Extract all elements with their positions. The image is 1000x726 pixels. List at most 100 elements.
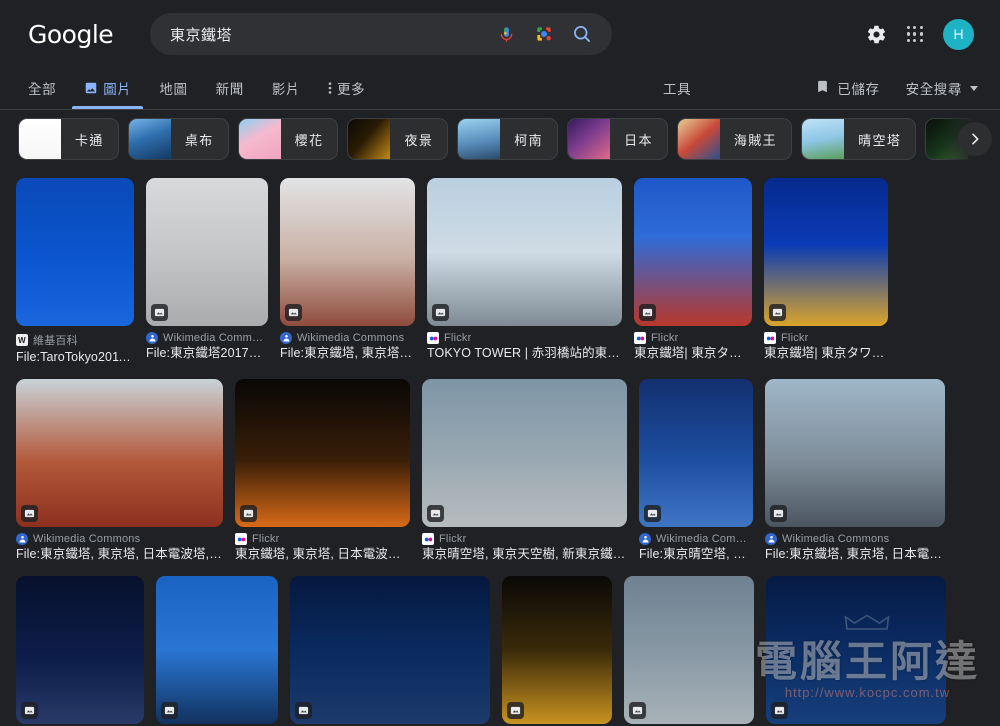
wikipedia-icon: W — [16, 334, 28, 346]
tab-more-label: 更多 — [337, 82, 366, 97]
chip-3[interactable]: 櫻花 — [237, 118, 339, 160]
search-bar[interactable] — [150, 13, 612, 55]
chip-thumbnail — [568, 119, 611, 159]
image-thumbnail[interactable] — [280, 178, 415, 326]
image-badge-icon — [644, 505, 661, 522]
image-result[interactable]: W 維基百科 File:TaroTokyo201102... — [10, 174, 140, 375]
image-result[interactable]: Wikimedia Commons File:東京鐵塔, 東京塔, 日本電波塔, … — [10, 375, 229, 572]
search-bar-actions — [497, 24, 598, 44]
image-thumbnail[interactable] — [765, 379, 945, 527]
result-source-name: 維基百科 — [33, 335, 78, 347]
saved-label: 已儲存 — [837, 82, 880, 97]
image-result[interactable]: Wikimedia Commons File:東京鐵塔, 東京塔, 日... — [274, 174, 421, 371]
saved-button[interactable]: 已儲存 — [815, 78, 879, 98]
image-badge-icon — [295, 702, 312, 719]
result-source-name: Flickr — [252, 533, 280, 545]
image-result[interactable] — [496, 572, 618, 726]
tab-all-label: 全部 — [28, 82, 57, 97]
image-result[interactable] — [618, 572, 760, 726]
image-result[interactable] — [150, 572, 284, 726]
page-header: Google 東京鐵塔 H — [0, 0, 1000, 68]
image-thumbnail[interactable] — [639, 379, 753, 527]
search-type-nav: 全部 圖片 地圖 新聞 影片 更多 工具 已儲存 安全搜尋 — [0, 68, 1000, 110]
tools-button[interactable]: 工具 — [663, 68, 691, 108]
chip-6[interactable]: 日本 — [567, 118, 668, 160]
chips-scroll-next-button[interactable] — [944, 110, 1000, 168]
chip-label: 卡通 — [75, 132, 104, 148]
image-thumbnail[interactable] — [766, 576, 946, 724]
image-result[interactable]: Flickr TOKYO TOWER | 赤羽橋站的東京鐵... — [421, 174, 628, 371]
google-lens-icon[interactable] — [534, 24, 554, 44]
image-result[interactable] — [760, 572, 952, 726]
result-source: Wikimedia Commons — [639, 533, 753, 545]
nav-tabs: 全部 圖片 地圖 新聞 影片 更多 — [28, 68, 379, 109]
image-thumbnail[interactable] — [502, 576, 612, 724]
flickr-icon — [427, 332, 439, 344]
chip-thumbnail — [128, 119, 171, 159]
result-title: File:TaroTokyo201102... — [16, 350, 134, 364]
safesearch-button[interactable]: 安全搜尋 — [906, 78, 978, 98]
search-input[interactable] — [170, 25, 497, 43]
result-meta: Flickr TOKYO TOWER | 赤羽橋站的東京鐵... — [427, 332, 622, 361]
tab-more[interactable]: 更多 — [314, 68, 379, 108]
tab-all[interactable]: 全部 — [28, 68, 70, 108]
result-title: 東京鐵塔| 東京タワー/ ... — [634, 346, 752, 360]
microphone-icon[interactable] — [497, 25, 516, 44]
chip-2[interactable]: 桌布 — [127, 118, 229, 160]
chevron-right-icon — [958, 122, 992, 156]
image-thumbnail[interactable] — [290, 576, 490, 724]
image-badge-icon — [432, 304, 449, 321]
image-thumbnail[interactable] — [427, 178, 622, 326]
tab-news[interactable]: 新聞 — [202, 68, 258, 108]
image-result[interactable] — [284, 572, 496, 726]
image-result[interactable]: Flickr 東京晴空塔, 東京天空樹, 新東京鐵塔, ... — [416, 375, 633, 572]
search-icon[interactable] — [572, 24, 592, 44]
avatar[interactable]: H — [943, 18, 974, 50]
tab-news-label: 新聞 — [215, 82, 244, 97]
chip-scroller[interactable]: 卡通桌布櫻花夜景柯南日本海賊王晴空塔哥吉拉富士山 — [0, 110, 1000, 168]
image-thumbnail[interactable] — [624, 576, 754, 724]
tab-videos[interactable]: 影片 — [258, 68, 314, 108]
chip-8[interactable]: 晴空塔 — [801, 118, 917, 160]
chip-7[interactable]: 海賊王 — [676, 118, 793, 160]
result-meta: Flickr 東京鐵塔, 東京塔, 日本電波塔, ... — [235, 533, 410, 562]
image-thumbnail[interactable] — [156, 576, 278, 724]
flickr-icon — [764, 332, 776, 344]
image-thumbnail[interactable] — [16, 576, 144, 724]
image-result[interactable]: Flickr 東京鐵塔, 東京塔, 日本電波塔, ... — [229, 375, 416, 572]
header-actions: H — [866, 18, 980, 50]
chip-thumbnail — [802, 119, 845, 159]
image-result[interactable] — [10, 572, 150, 726]
image-thumbnail[interactable] — [422, 379, 627, 527]
tab-maps-label: 地圖 — [159, 82, 188, 97]
image-thumbnail[interactable] — [16, 379, 223, 527]
image-result[interactable]: Flickr 東京鐵塔| 東京タワー/ ... — [758, 174, 894, 371]
image-badge-icon — [21, 702, 38, 719]
result-title: File:東京鐵塔, 東京塔, 日本電波塔, ... — [765, 547, 945, 561]
image-result[interactable]: Wikimedia Commons File:東京鐵塔, 東京塔, 日本電波塔, … — [759, 375, 951, 572]
image-result[interactable]: Wikimedia Commons File:東京晴空塔, 東... — [633, 375, 759, 572]
flickr-icon — [422, 533, 434, 545]
chip-5[interactable]: 柯南 — [457, 118, 559, 160]
image-thumbnail[interactable] — [16, 178, 134, 326]
apps-grid-icon[interactable] — [906, 25, 923, 43]
chip-thumbnail — [19, 119, 61, 159]
related-searches-chips: 卡通桌布櫻花夜景柯南日本海賊王晴空塔哥吉拉富士山 — [0, 110, 1000, 168]
image-thumbnail[interactable] — [146, 178, 268, 326]
image-result[interactable]: Flickr 東京鐵塔| 東京タワー/ ... — [628, 174, 758, 371]
result-title: 東京晴空塔, 東京天空樹, 新東京鐵塔, ... — [422, 547, 627, 561]
chip-1[interactable]: 卡通 — [18, 118, 119, 160]
result-source-name: Flickr — [781, 332, 809, 344]
tab-maps[interactable]: 地圖 — [145, 68, 201, 108]
image-thumbnail[interactable] — [634, 178, 752, 326]
tab-images[interactable]: 圖片 — [70, 68, 145, 109]
gear-icon[interactable] — [866, 24, 887, 45]
result-source: W 維基百科 — [16, 332, 134, 348]
image-thumbnail[interactable] — [764, 178, 888, 326]
chip-4[interactable]: 夜景 — [347, 118, 449, 160]
image-result[interactable]: Wikimedia Commons File:東京鐵塔2017053... — [140, 174, 274, 371]
google-logo[interactable]: Google — [28, 20, 150, 49]
image-thumbnail[interactable] — [235, 379, 410, 527]
result-meta: Wikimedia Commons File:東京鐵塔2017053... — [146, 332, 268, 361]
tab-videos-label: 影片 — [271, 82, 301, 97]
